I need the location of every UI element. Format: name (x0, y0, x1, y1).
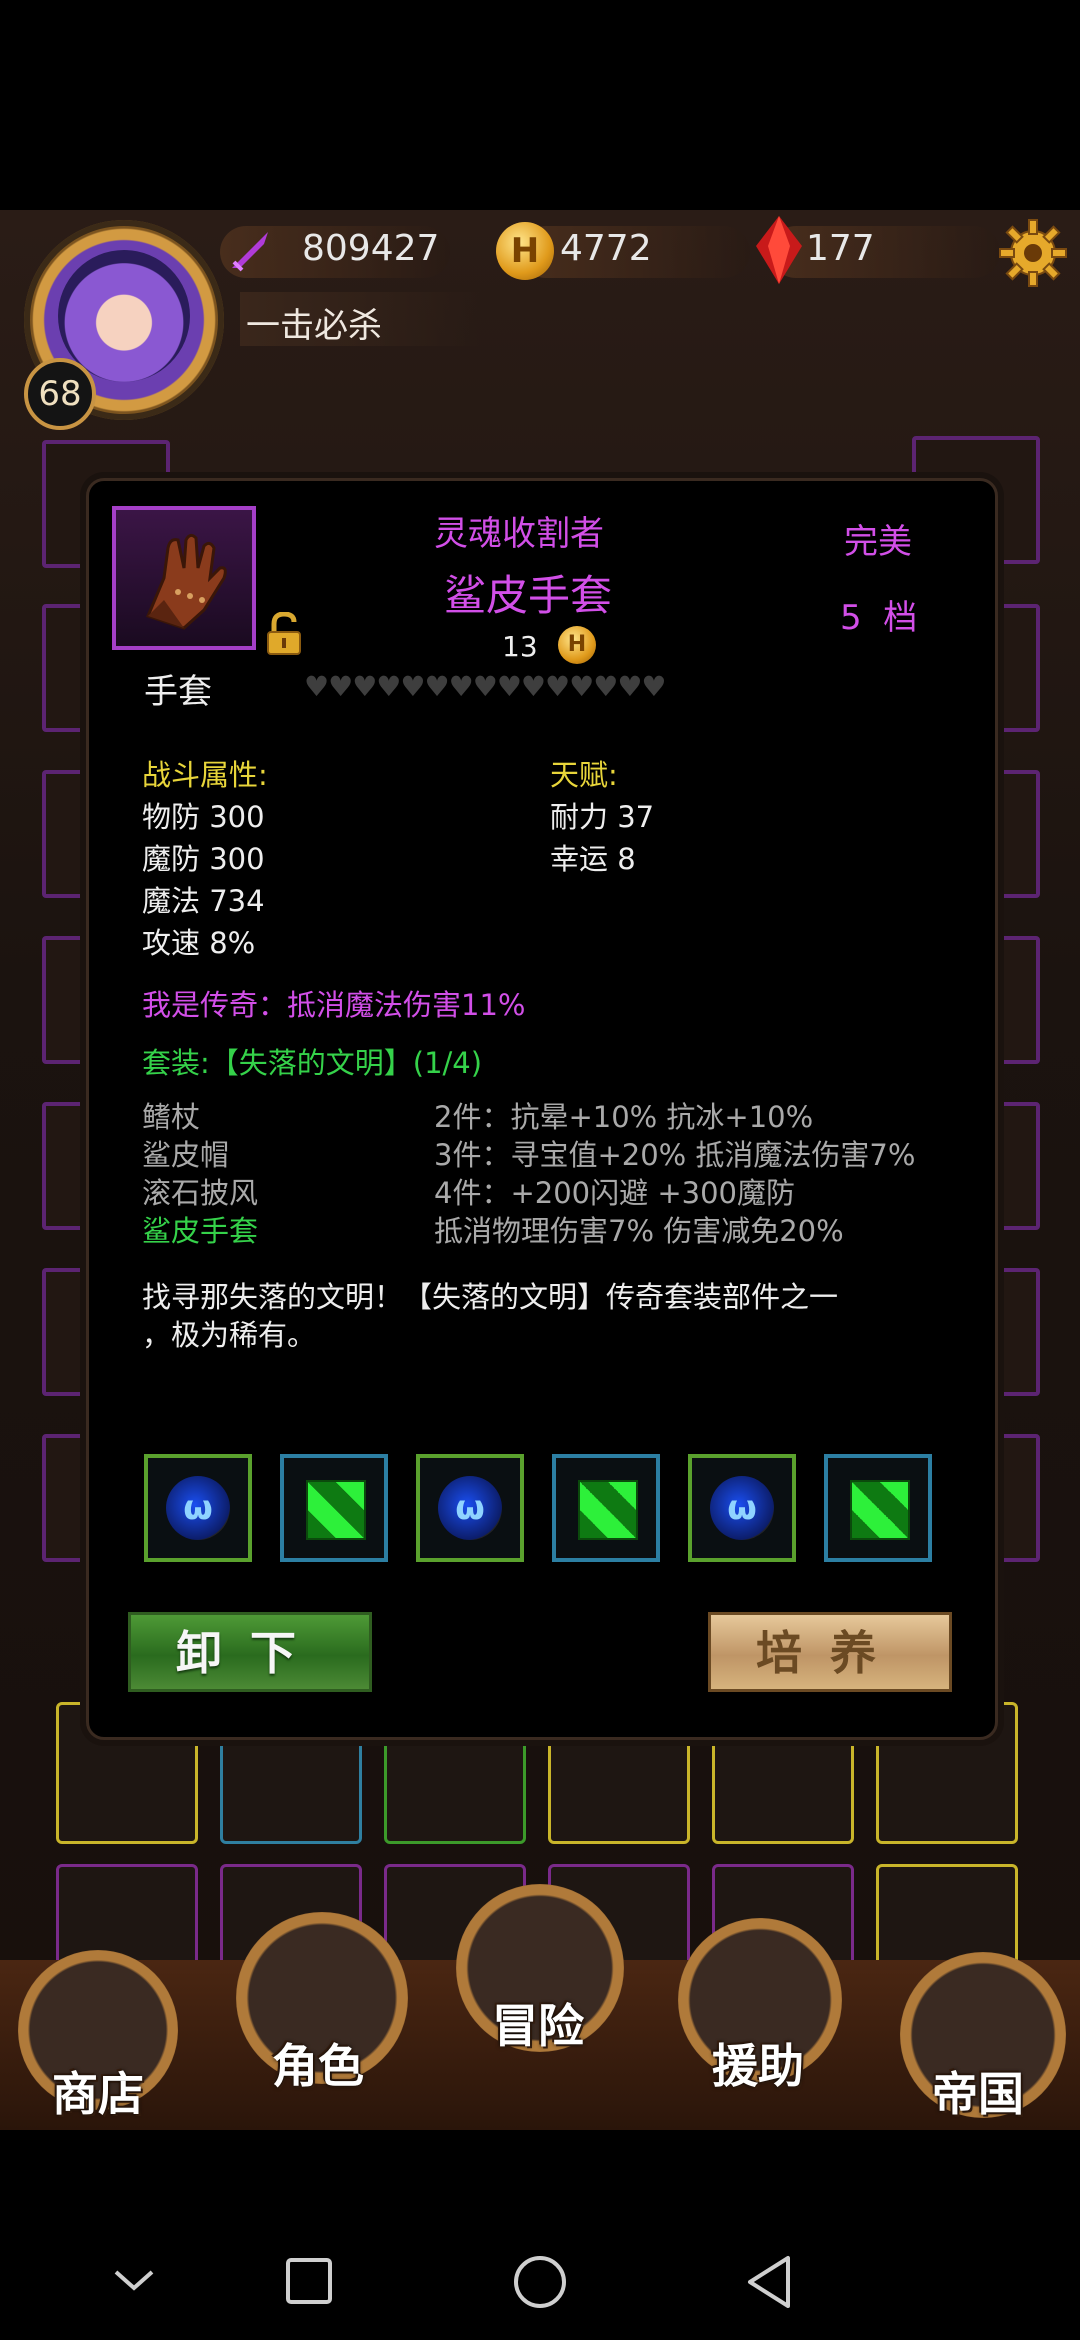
back-icon[interactable] (744, 2254, 794, 2310)
set-piece: 滚石披风 (142, 1176, 259, 1210)
nav-assist[interactable]: 援助 (712, 2030, 804, 2096)
gem-socket[interactable] (552, 1454, 660, 1562)
price-coin-icon: H (558, 626, 596, 664)
legend-bonus: 我是传奇：抵消魔法伤害11% (142, 988, 526, 1022)
home-icon[interactable] (512, 2254, 568, 2310)
talent-stat: 幸运 8 (550, 842, 636, 876)
gold-value: 4772 (560, 228, 652, 269)
power-value: 809427 (302, 228, 440, 269)
blue-gem-icon: ω (166, 1476, 230, 1540)
gem-socket[interactable] (824, 1454, 932, 1562)
player-title: 一击必杀 (246, 306, 382, 346)
unequip-button[interactable]: 卸下 (128, 1612, 372, 1692)
item-price: 13 (502, 630, 538, 663)
talent-label: 天赋: (550, 758, 618, 792)
combat-stat: 魔法 734 (142, 884, 265, 918)
set-bonus: 2件：抗晕+10% 抗冰+10% (434, 1100, 814, 1134)
collapse-chevron-icon[interactable] (112, 2266, 156, 2296)
recent-apps-icon[interactable] (284, 2256, 334, 2306)
glove-icon (145, 533, 227, 630)
set-bonus: 3件：寻宝值+20% 抵消魔法伤害7% (434, 1138, 916, 1172)
item-description: 找寻那失落的文明！【失落的文明】传奇套装部件之一 (142, 1280, 839, 1314)
nav-adventure[interactable]: 冒险 (492, 1990, 584, 2056)
item-description-cont: ，极为稀有。 (142, 1318, 317, 1352)
set-piece: 鲨皮帽 (142, 1138, 230, 1172)
item-set-prefix: 灵魂收割者 (434, 514, 604, 554)
green-gem-icon (306, 1480, 366, 1540)
item-quality: 完美 (844, 522, 912, 562)
settings-gear-icon[interactable] (998, 218, 1068, 288)
combat-stats-label: 战斗属性: (142, 758, 268, 792)
item-name: 鲨皮手套 (444, 571, 613, 620)
gem-socket[interactable] (280, 1454, 388, 1562)
nav-empire[interactable]: 帝国 (932, 2058, 1024, 2124)
set-bonus: 抵消物理伤害7% 伤害减免20% (434, 1214, 844, 1248)
talent-stat: 耐力 37 (550, 800, 655, 834)
combat-stat: 物防 300 (142, 800, 265, 834)
durability-hearts: ♥♥♥♥♥♥♥♥♥♥♥♥♥♥♥ (304, 670, 667, 703)
set-piece: 鳍杖 (142, 1100, 201, 1134)
nav-character[interactable]: 角色 (272, 2030, 364, 2096)
nav-shop[interactable]: 商店 (52, 2058, 144, 2124)
blue-gem-icon: ω (710, 1476, 774, 1540)
green-gem-icon (578, 1480, 638, 1540)
green-gem-icon (850, 1480, 910, 1540)
gem-socket[interactable]: ω (416, 1454, 524, 1562)
set-title: 套装:【失落的文明】(1/4) (142, 1046, 483, 1080)
blue-gem-icon: ω (438, 1476, 502, 1540)
gem-socket[interactable]: ω (144, 1454, 252, 1562)
item-type: 手套 (144, 672, 212, 712)
gem-socket[interactable]: ω (688, 1454, 796, 1562)
set-bonus: 4件：+200闪避 +300魔防 (434, 1176, 795, 1210)
train-button[interactable]: 培养 (708, 1612, 952, 1692)
level-badge: 68 (24, 358, 96, 430)
item-grade: 5 档 (840, 598, 918, 638)
gem-strip (770, 226, 1000, 278)
combat-stat: 攻速 8% (142, 926, 256, 960)
gem-value: 177 (806, 228, 875, 269)
red-gem-icon (756, 216, 802, 284)
set-piece-current: 鲨皮手套 (142, 1214, 259, 1248)
unlock-icon[interactable] (264, 612, 304, 656)
gold-coin-icon: H (496, 222, 554, 280)
sword-icon (232, 232, 268, 272)
combat-stat: 魔防 300 (142, 842, 265, 876)
